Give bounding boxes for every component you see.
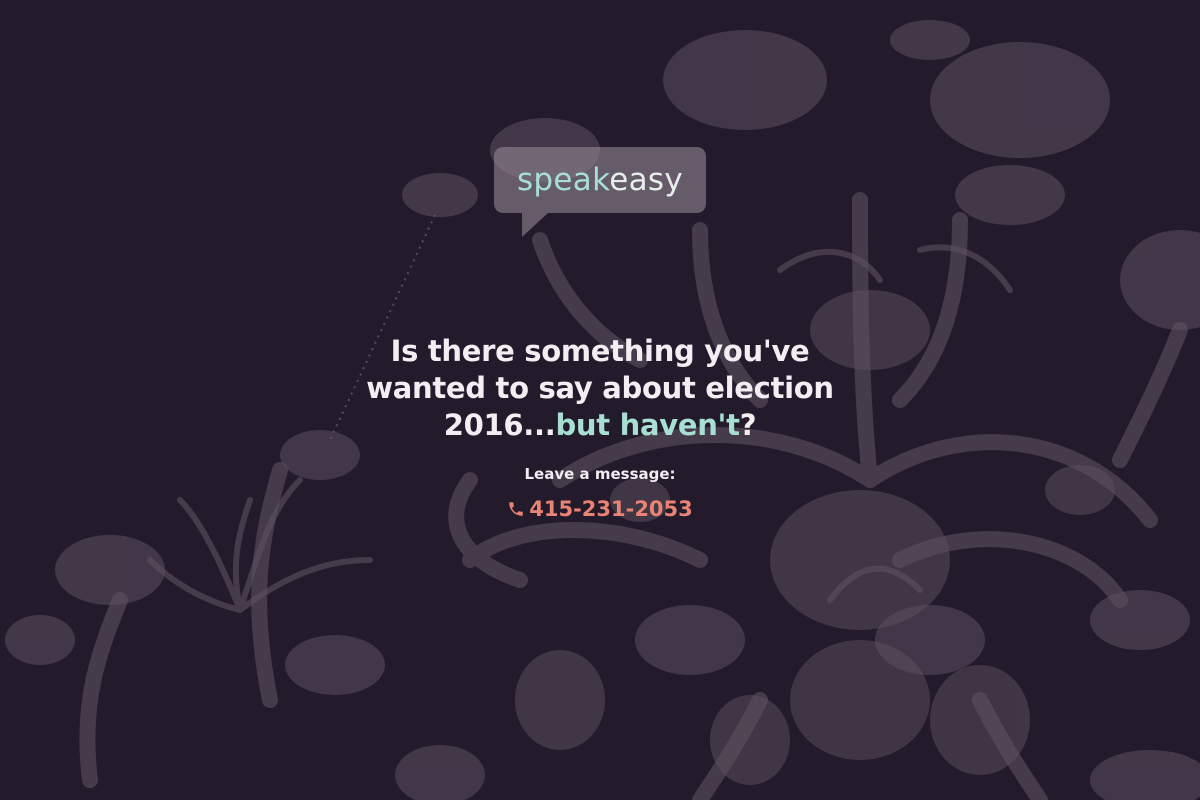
logo-text-easy: easy xyxy=(609,162,683,198)
headline-question-mark: ? xyxy=(739,408,757,442)
speakeasy-logo[interactable]: speakeasy xyxy=(494,147,706,239)
leave-message-label: Leave a message: xyxy=(524,465,676,483)
logo-text: speakeasy xyxy=(494,147,706,213)
phone-number-text: 415-231-2053 xyxy=(529,497,693,521)
phone-icon xyxy=(509,502,523,516)
headline-line-1: Is there something you've xyxy=(390,334,810,368)
logo-text-speak: speak xyxy=(516,162,610,198)
headline-line-3: 2016...but haven't? xyxy=(300,407,900,444)
headline-year: 2016... xyxy=(443,408,556,442)
headline-accent: but haven't xyxy=(555,408,740,442)
phone-number-link[interactable]: 415-231-2053 xyxy=(450,497,750,521)
headline: Is there something you've wanted to say … xyxy=(300,333,900,444)
logo-bubble-tail xyxy=(522,213,548,237)
headline-line-2: wanted to say about election xyxy=(366,371,834,405)
